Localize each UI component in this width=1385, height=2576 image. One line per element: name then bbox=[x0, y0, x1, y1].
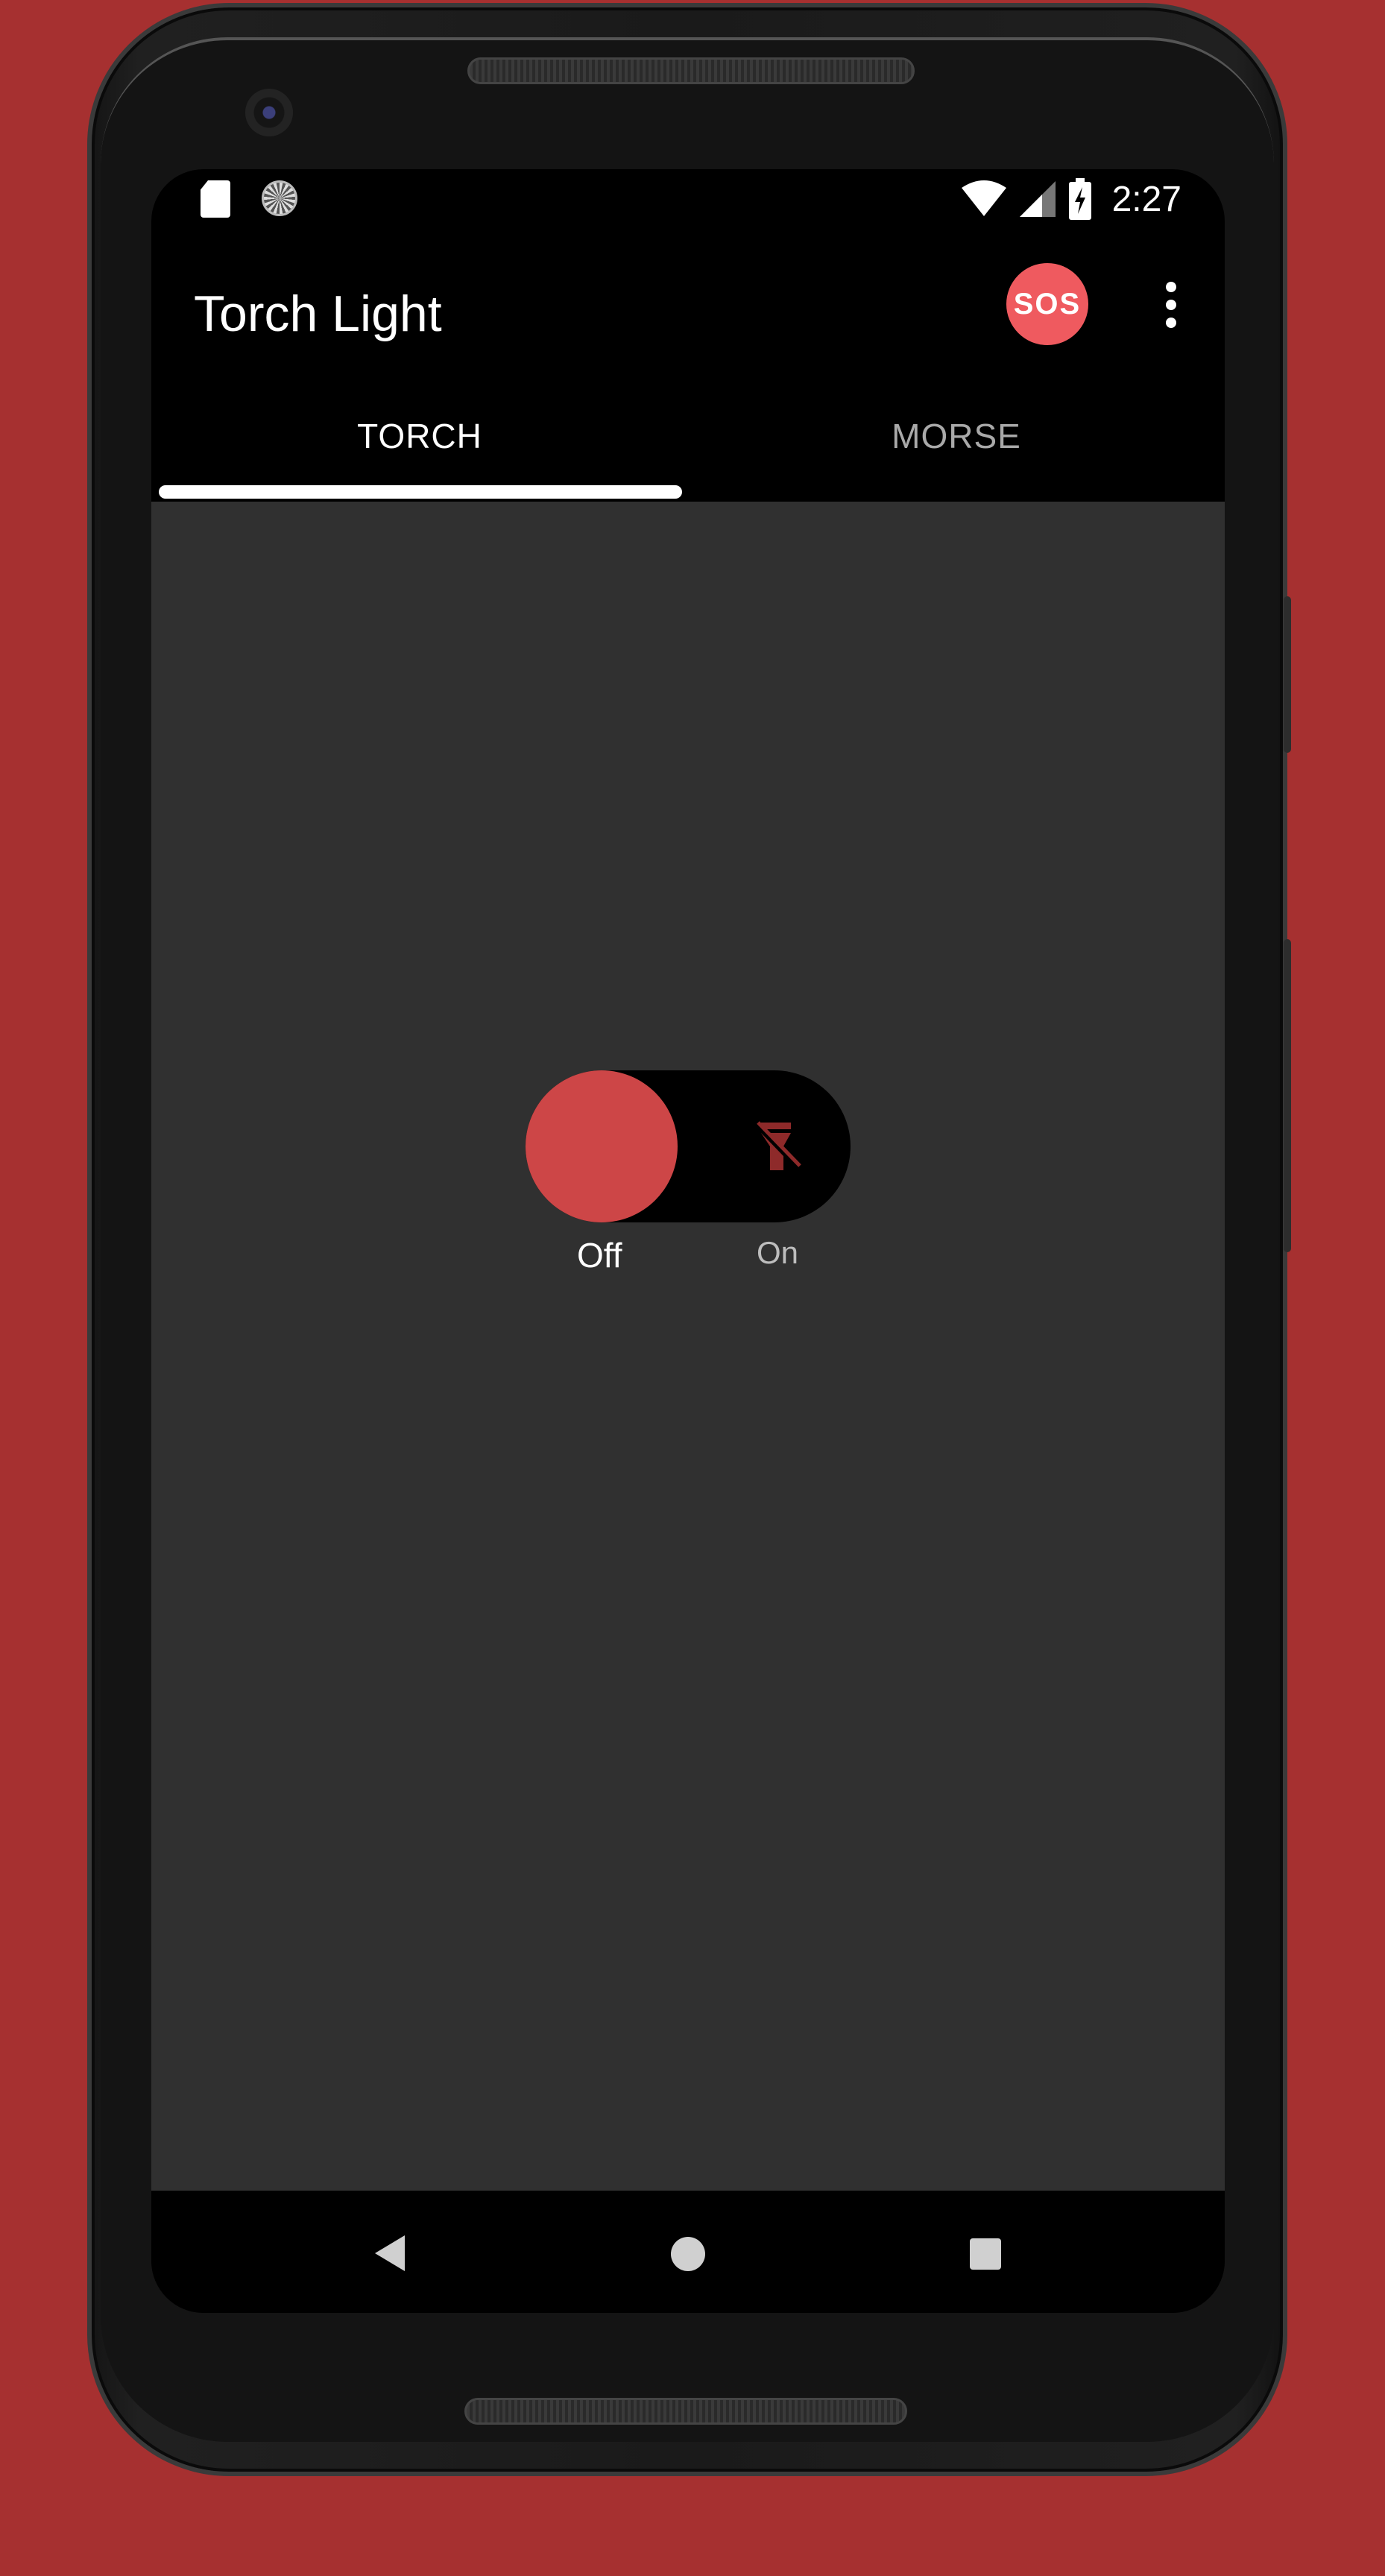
volume-button bbox=[1284, 939, 1291, 1252]
sync-icon bbox=[262, 180, 297, 216]
tab-bar: TORCH MORSE bbox=[151, 370, 1225, 502]
bottom-speaker bbox=[464, 2398, 907, 2425]
back-icon[interactable] bbox=[375, 2235, 405, 2271]
sd-card-icon bbox=[201, 180, 230, 218]
navigation-bar bbox=[151, 2191, 1225, 2313]
status-time: 2:27 bbox=[1111, 179, 1181, 219]
flash-off-icon bbox=[754, 1121, 801, 1170]
wifi-icon bbox=[961, 180, 1006, 216]
switch-label-off: Off bbox=[577, 1236, 622, 1275]
screen: 2:27 Torch Light SOS TORCH MORSE Off On bbox=[151, 169, 1225, 2313]
power-button bbox=[1284, 596, 1291, 753]
tab-torch[interactable]: TORCH bbox=[151, 370, 688, 502]
home-icon[interactable] bbox=[671, 2237, 705, 2271]
front-camera bbox=[245, 89, 293, 136]
battery-charging-icon bbox=[1068, 178, 1091, 220]
torch-panel bbox=[151, 502, 1225, 2191]
status-icons: 2:27 bbox=[961, 177, 1181, 221]
tab-indicator bbox=[159, 485, 682, 499]
switch-thumb[interactable] bbox=[526, 1070, 678, 1222]
torch-switch[interactable] bbox=[526, 1070, 851, 1222]
switch-label-on: On bbox=[757, 1235, 799, 1270]
app-title: Torch Light bbox=[194, 285, 442, 342]
cell-signal-icon bbox=[1019, 181, 1056, 217]
top-speaker bbox=[467, 57, 915, 84]
sos-button[interactable]: SOS bbox=[1006, 263, 1088, 345]
app-bar: Torch Light SOS bbox=[151, 251, 1225, 370]
recents-icon[interactable] bbox=[970, 2238, 1001, 2270]
status-bar: 2:27 bbox=[151, 169, 1225, 251]
tab-morse[interactable]: MORSE bbox=[688, 370, 1225, 502]
more-vert-icon[interactable] bbox=[1149, 268, 1193, 342]
